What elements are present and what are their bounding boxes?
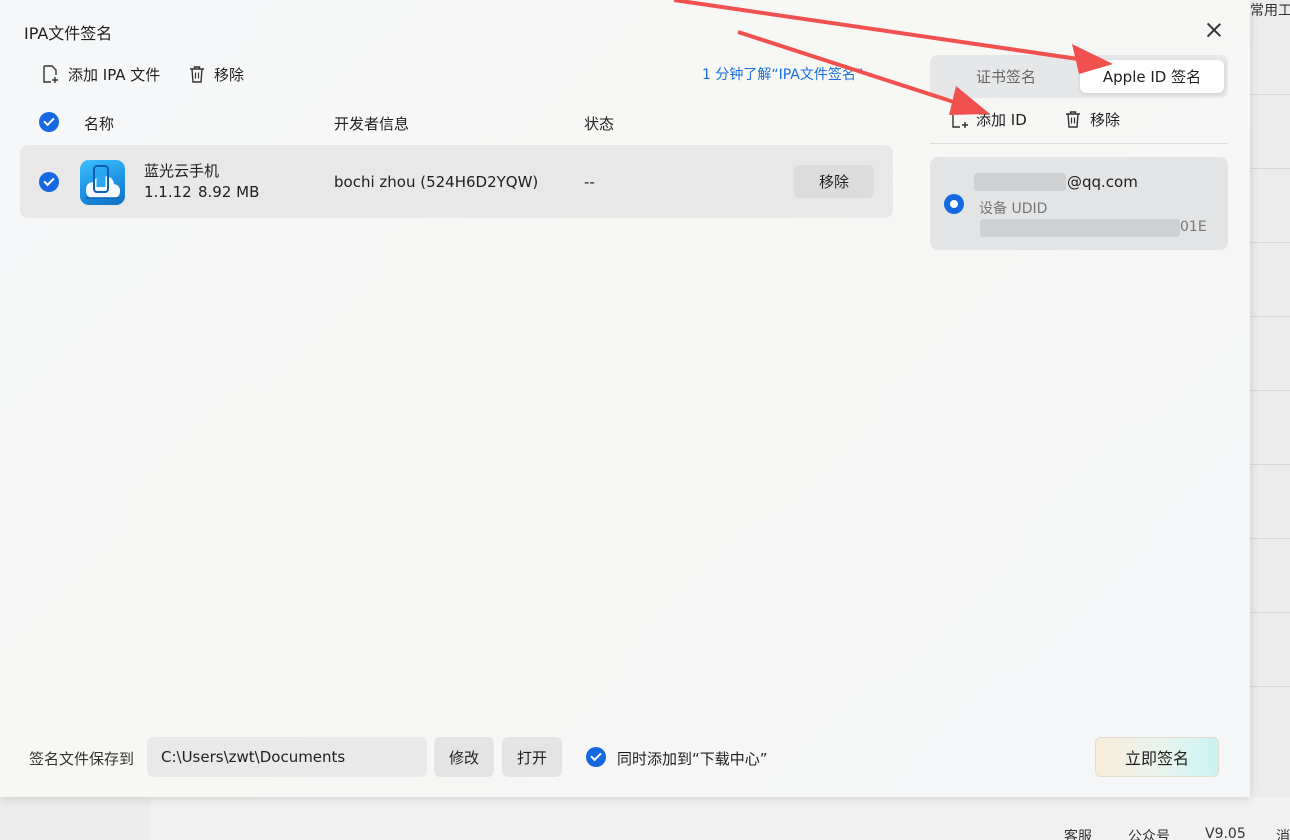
divider [930, 143, 1228, 144]
udid-label: 设备 UDID [979, 201, 1048, 217]
dialog-title: IPA文件签名 [24, 24, 113, 43]
udid-value: 01E [1180, 219, 1207, 235]
account-radio[interactable] [944, 194, 964, 214]
remove-id-button[interactable]: 移除 [1064, 107, 1120, 131]
row-remove-button[interactable]: 移除 [794, 165, 874, 198]
row-checkbox[interactable] [39, 172, 59, 192]
sign-now-button[interactable]: 立即签名 [1095, 737, 1219, 777]
ipa-sign-dialog: IPA文件签名 添加 IPA 文件 移除 1 分钟了解“IPA文件签名” 名称 … [0, 0, 1250, 797]
add-ipa-label: 添加 IPA 文件 [68, 65, 161, 84]
background-service-link[interactable]: 客服 [1064, 826, 1092, 840]
trash-icon [1066, 111, 1080, 128]
background-list-strip [1250, 30, 1290, 810]
redacted-email [974, 173, 1066, 191]
add-to-download-checkbox[interactable] [586, 747, 606, 767]
background-wechat-link[interactable]: 公众号 [1128, 826, 1170, 840]
account-email: @qq.com [1067, 173, 1138, 191]
column-header-status: 状态 [584, 115, 615, 133]
remove-id-label: 移除 [1090, 110, 1121, 129]
modify-button[interactable]: 修改 [434, 737, 494, 777]
apple-id-card[interactable]: @qq.com 设备 UDID 01E [930, 157, 1228, 250]
sign-mode-tabs: 证书签名 Apple ID 签名 [930, 55, 1228, 98]
remove-ipa-label: 移除 [214, 65, 245, 84]
column-header-developer: 开发者信息 [334, 115, 410, 133]
app-version: 1.1.12 [144, 183, 192, 201]
add-ipa-button[interactable]: 添加 IPA 文件 [40, 62, 160, 86]
remove-ipa-button[interactable]: 移除 [188, 62, 244, 86]
add-file-icon [43, 65, 58, 83]
developer-info: bochi zhou (524H6D2YQW) [334, 173, 539, 191]
app-icon [80, 160, 125, 205]
background-message-link[interactable]: 消 [1276, 826, 1290, 840]
save-path-input[interactable] [147, 737, 427, 777]
save-location-label: 签名文件保存到 [29, 750, 135, 768]
background-menu-text: 常用工 [1250, 3, 1290, 19]
background-version: V9.05 [1205, 826, 1246, 840]
column-header-name: 名称 [84, 115, 115, 133]
trash-icon [190, 66, 204, 83]
tab-apple-id-sign[interactable]: Apple ID 签名 [1080, 60, 1224, 93]
help-link[interactable]: 1 分钟了解“IPA文件签名” [702, 64, 863, 84]
table-row[interactable]: 蓝光云手机 1.1.12 8.92 MB bochi zhou (524H6D2… [20, 145, 893, 218]
select-all-checkbox[interactable] [39, 112, 59, 132]
background-status-bar [150, 797, 1290, 840]
row-status: -- [584, 173, 595, 191]
redacted-udid [980, 219, 1180, 237]
close-icon[interactable] [1204, 20, 1224, 40]
app-size: 8.92 MB [198, 183, 260, 201]
add-to-download-label: 同时添加到“下载中心” [617, 750, 768, 768]
add-id-button[interactable]: 添加 ID [950, 107, 1027, 131]
app-name: 蓝光云手机 [144, 162, 220, 180]
open-button[interactable]: 打开 [502, 737, 562, 777]
tab-certificate-sign[interactable]: 证书签名 [936, 60, 1076, 93]
add-id-label: 添加 ID [976, 110, 1027, 129]
add-file-icon [952, 115, 968, 128]
